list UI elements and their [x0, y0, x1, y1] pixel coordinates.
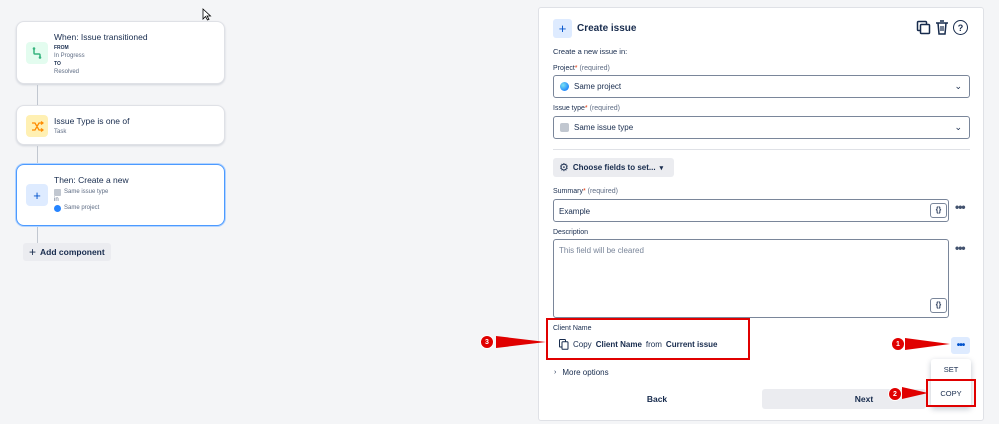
duplicate-icon[interactable]	[916, 20, 931, 35]
choose-fields-label: Choose fields to set...	[572, 163, 656, 172]
to-value: Resolved	[54, 69, 80, 75]
summary-input[interactable]: Example	[553, 199, 949, 222]
description-label: Description	[553, 229, 589, 236]
project-select[interactable]: Same project ⌄	[553, 75, 970, 98]
plus-icon: +	[29, 245, 37, 259]
action-in: in	[54, 197, 59, 203]
summary-label-text: Summary	[553, 188, 583, 195]
gear-icon: ⚙	[559, 162, 569, 174]
description-smart-value-button[interactable]: {}	[930, 298, 947, 313]
panel-title: Create issue	[577, 23, 637, 34]
project-select-value: Same project	[574, 82, 622, 91]
condition-card[interactable]: Issue Type is one of Task	[16, 105, 225, 145]
annotation-arrow-1	[905, 338, 950, 350]
back-label: Back	[646, 394, 668, 404]
add-component-label: Add component	[40, 247, 105, 257]
action-title: Then: Create a new	[54, 175, 129, 185]
issue-type-label-text: Issue type	[553, 105, 585, 112]
annotation-arrow-3	[496, 336, 546, 348]
issue-type-square-icon	[560, 123, 569, 132]
summary-value: Example	[559, 207, 591, 216]
description-more-icon[interactable]: •••	[955, 241, 966, 255]
client-name-highlight	[546, 318, 750, 360]
chevron-down-icon: ⌄	[954, 81, 962, 91]
project-label-text: Project	[553, 65, 575, 72]
trigger-details: FROM In Progress TO Resolved	[54, 44, 85, 76]
next-label: Next	[854, 394, 874, 404]
project-label: Project* (required)	[553, 65, 610, 72]
back-button[interactable]: Back	[553, 389, 761, 409]
menu-item-set[interactable]: SET	[931, 365, 971, 374]
issue-type-icon	[54, 188, 61, 196]
action-project: Same project	[64, 205, 100, 211]
condition-title: Issue Type is one of	[54, 116, 130, 126]
chevron-down-icon: ⌄	[954, 122, 962, 132]
annotation-arrow-2	[902, 387, 928, 399]
add-component-button[interactable]: + Add component	[23, 243, 111, 261]
project-required: (required)	[579, 65, 610, 72]
issue-type-select-value: Same issue type	[574, 123, 634, 132]
more-options-label: More options	[562, 368, 609, 377]
chevron-right-icon: ›	[554, 369, 557, 376]
description-textarea[interactable]: This field will be cleared	[553, 239, 949, 318]
flow-connector	[37, 85, 38, 105]
flow-connector	[37, 227, 38, 243]
annotation-badge-1: 1	[891, 337, 905, 351]
trigger-icon	[26, 42, 48, 64]
create-issue-icon: +	[553, 19, 572, 38]
flow-connector	[37, 146, 38, 164]
action-issue-type: Same issue type	[64, 189, 109, 195]
annotation-badge-3: 3	[480, 335, 494, 349]
issue-type-label: Issue type* (required)	[553, 105, 620, 112]
add-icon: +	[26, 184, 48, 206]
issue-type-select[interactable]: Same issue type ⌄	[553, 116, 970, 139]
issue-type-required: (required)	[589, 105, 620, 112]
help-icon[interactable]: ?	[953, 20, 968, 35]
shuffle-icon	[26, 115, 48, 137]
summary-label: Summary* (required)	[553, 188, 618, 195]
project-icon	[54, 204, 61, 212]
annotation-badge-2: 2	[888, 387, 902, 401]
chevron-down-icon: ▾	[659, 164, 664, 172]
client-name-more-button[interactable]: •••	[951, 337, 970, 354]
mouse-cursor-icon	[202, 8, 212, 21]
condition-value: Task	[54, 129, 67, 135]
copy-menu-highlight	[926, 379, 976, 407]
trigger-card[interactable]: When: Issue transitioned FROM In Progres…	[16, 21, 225, 84]
action-details: Same issue type in Same project	[54, 188, 108, 212]
action-card[interactable]: + Then: Create a new Same issue type in …	[16, 164, 225, 226]
summary-required: (required)	[587, 188, 618, 195]
from-value: In Progress	[54, 53, 85, 59]
from-label: FROM	[54, 45, 69, 51]
summary-smart-value-button[interactable]: {}	[930, 203, 947, 218]
description-placeholder: This field will be cleared	[559, 246, 644, 255]
project-globe-icon	[560, 82, 569, 91]
intro-text: Create a new issue in:	[553, 47, 628, 56]
more-options-toggle[interactable]: › More options	[554, 368, 609, 377]
to-label: TO	[54, 61, 61, 67]
divider	[553, 149, 970, 150]
delete-icon[interactable]	[935, 20, 949, 35]
choose-fields-button[interactable]: ⚙ Choose fields to set... ▾	[553, 158, 674, 177]
summary-more-icon[interactable]: •••	[955, 200, 966, 214]
trigger-title: When: Issue transitioned	[54, 32, 148, 42]
